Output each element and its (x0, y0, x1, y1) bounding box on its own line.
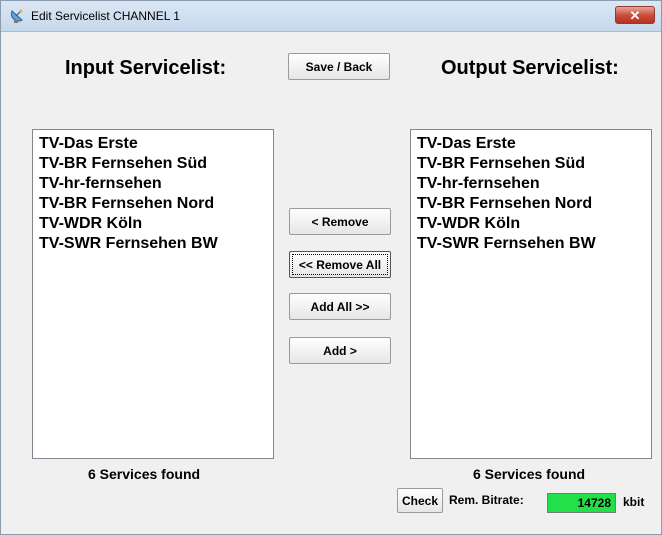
title-bar: Edit Servicelist CHANNEL 1 ✕ (1, 1, 661, 32)
output-servicelist-box[interactable]: TV-Das Erste TV-BR Fernsehen Süd TV-hr-f… (410, 129, 652, 459)
list-item[interactable]: TV-SWR Fernsehen BW (39, 234, 267, 254)
input-services-found: 6 Services found (88, 466, 201, 482)
add-button[interactable]: Add > (289, 337, 391, 364)
close-icon: ✕ (629, 8, 641, 23)
list-item[interactable]: TV-WDR Köln (417, 214, 645, 234)
list-item[interactable]: TV-SWR Fernsehen BW (417, 234, 645, 254)
remaining-bitrate-label: Rem. Bitrate: (449, 493, 524, 507)
list-item[interactable]: TV-BR Fernsehen Nord (417, 194, 645, 214)
close-button[interactable]: ✕ (615, 6, 655, 24)
list-item[interactable]: TV-BR Fernsehen Süd (417, 154, 645, 174)
remove-all-button[interactable]: << Remove All (289, 251, 391, 278)
window-title: Edit Servicelist CHANNEL 1 (31, 9, 180, 23)
save-back-button[interactable]: Save / Back (288, 53, 390, 80)
add-all-button[interactable]: Add All >> (289, 293, 391, 320)
output-services-found: 6 Services found (473, 466, 586, 482)
list-item[interactable]: TV-hr-fernsehen (39, 174, 267, 194)
list-item[interactable]: TV-BR Fernsehen Süd (39, 154, 267, 174)
input-servicelist-box[interactable]: TV-Das Erste TV-BR Fernsehen Süd TV-hr-f… (32, 129, 274, 459)
check-button[interactable]: Check (397, 488, 443, 513)
list-item[interactable]: TV-Das Erste (417, 134, 645, 154)
satellite-dish-icon (10, 9, 23, 23)
input-servicelist-heading: Input Servicelist: (65, 57, 227, 79)
list-item[interactable]: TV-WDR Köln (39, 214, 267, 234)
list-item[interactable]: TV-Das Erste (39, 134, 267, 154)
output-servicelist-heading: Output Servicelist: (441, 57, 619, 79)
list-item[interactable]: TV-BR Fernsehen Nord (39, 194, 267, 214)
edit-servicelist-window: Edit Servicelist CHANNEL 1 ✕ Input Servi… (0, 0, 662, 535)
bitrate-unit: kbit (623, 495, 645, 509)
remove-button[interactable]: < Remove (289, 208, 391, 235)
list-item[interactable]: TV-hr-fernsehen (417, 174, 645, 194)
remaining-bitrate-value: 14728 (547, 493, 616, 513)
